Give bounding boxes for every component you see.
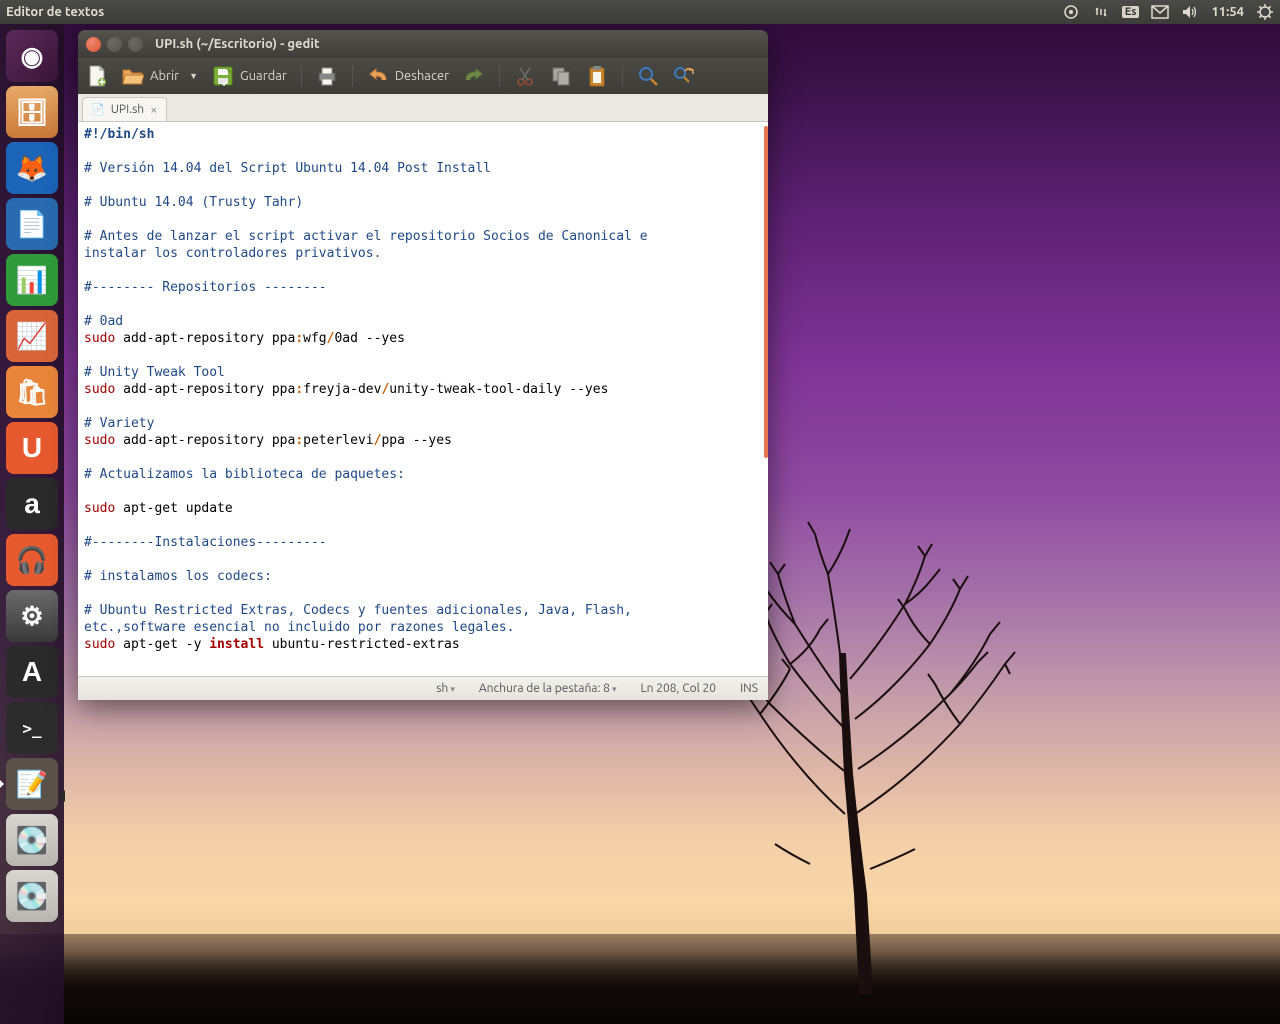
maximize-button[interactable]	[128, 37, 143, 52]
launcher-terminal[interactable]: >_	[6, 702, 58, 754]
new-button[interactable]	[86, 65, 108, 87]
save-icon	[212, 65, 234, 87]
replace-button[interactable]	[673, 65, 695, 87]
launcher-firefox[interactable]: 🦊	[6, 142, 58, 194]
tab-bar: 📄 UPI.sh ×	[78, 94, 768, 122]
launcher-gedit[interactable]: 📝	[6, 758, 58, 810]
save-label: Guardar	[240, 69, 287, 83]
wallpaper-ground	[0, 934, 1280, 1024]
window-title: UPI.sh (~/Escritorio) - gedit	[155, 37, 320, 51]
clock[interactable]: 11:54	[1211, 5, 1244, 19]
toolbar: Abrir ▼ Guardar Deshacer	[78, 58, 768, 94]
status-bar: sh Anchura de la pestaña: 8 Ln 208, Col …	[78, 676, 768, 700]
undo-button[interactable]: Deshacer	[367, 65, 449, 87]
scrollbar[interactable]	[764, 126, 768, 458]
launcher-ubuntu-one[interactable]: U	[6, 422, 58, 474]
code-content[interactable]: #!/bin/sh # Versión 14.04 del Script Ubu…	[84, 126, 762, 653]
launcher-settings[interactable]: ⚙	[6, 590, 58, 642]
launcher-disk2[interactable]: 💽	[6, 870, 58, 922]
launcher-music[interactable]: 🎧	[6, 534, 58, 586]
separator	[352, 65, 353, 87]
status-cursor-pos: Ln 208, Col 20	[641, 682, 717, 695]
tab-label: UPI.sh	[111, 103, 144, 116]
close-button[interactable]	[86, 37, 101, 52]
file-icon: 📄	[91, 103, 105, 116]
chevron-down-icon: ▼	[189, 71, 198, 81]
unity-launcher: ◉🗄🦊📄📊📈🛍Ua🎧⚙A>_📝💽💽	[0, 24, 64, 1024]
save-button[interactable]: Guardar	[212, 65, 287, 87]
messages-indicator[interactable]	[1151, 3, 1169, 21]
editor-pane[interactable]: #!/bin/sh # Versión 14.04 del Script Ubu…	[78, 122, 768, 676]
copy-button[interactable]	[550, 65, 572, 87]
status-language[interactable]: sh	[436, 682, 455, 695]
titlebar[interactable]: UPI.sh (~/Escritorio) - gedit	[78, 30, 768, 58]
launcher-disk1[interactable]: 💽	[6, 814, 58, 866]
open-label: Abrir	[150, 69, 179, 83]
sound-indicator[interactable]	[1181, 3, 1199, 21]
launcher-files[interactable]: 🗄	[6, 86, 58, 138]
session-indicator[interactable]	[1062, 3, 1080, 21]
search-icon	[637, 65, 659, 87]
launcher-impress[interactable]: 📈	[6, 310, 58, 362]
tab-close-icon[interactable]: ×	[150, 103, 157, 117]
scissors-icon	[514, 65, 536, 87]
keyboard-indicator[interactable]: Es	[1122, 6, 1140, 18]
new-file-icon	[86, 65, 108, 87]
folder-open-icon	[122, 65, 144, 87]
redo-icon	[463, 65, 485, 87]
clipboard-icon	[586, 65, 608, 87]
copy-icon	[550, 65, 572, 87]
printer-icon	[316, 65, 338, 87]
cut-button[interactable]	[514, 65, 536, 87]
launcher-dash[interactable]: ◉	[6, 30, 58, 82]
tab-upi-sh[interactable]: 📄 UPI.sh ×	[82, 97, 167, 121]
print-button[interactable]	[316, 65, 338, 87]
status-insert-mode: INS	[740, 682, 758, 695]
launcher-amazon[interactable]: a	[6, 478, 58, 530]
find-replace-icon	[673, 65, 695, 87]
gedit-window: UPI.sh (~/Escritorio) - gedit Abrir ▼ Gua…	[78, 30, 768, 700]
top-panel: Editor de textos Es 11:54	[0, 0, 1280, 24]
undo-icon	[367, 65, 389, 87]
launcher-focus-arrow	[59, 790, 65, 802]
launcher-software-center[interactable]: 🛍	[6, 366, 58, 418]
find-button[interactable]	[637, 65, 659, 87]
power-cog-indicator[interactable]	[1256, 3, 1274, 21]
separator	[622, 65, 623, 87]
launcher-calc[interactable]: 📊	[6, 254, 58, 306]
paste-button[interactable]	[586, 65, 608, 87]
redo-button[interactable]	[463, 65, 485, 87]
minimize-button[interactable]	[107, 37, 122, 52]
separator	[499, 65, 500, 87]
separator	[301, 65, 302, 87]
app-menu-title[interactable]: Editor de textos	[6, 5, 104, 19]
launcher-writer[interactable]: 📄	[6, 198, 58, 250]
open-button[interactable]: Abrir ▼	[122, 65, 198, 87]
network-indicator[interactable]	[1092, 3, 1110, 21]
status-tab-width[interactable]: Anchura de la pestaña: 8	[479, 682, 617, 695]
undo-label: Deshacer	[395, 69, 449, 83]
launcher-updater[interactable]: A	[6, 646, 58, 698]
